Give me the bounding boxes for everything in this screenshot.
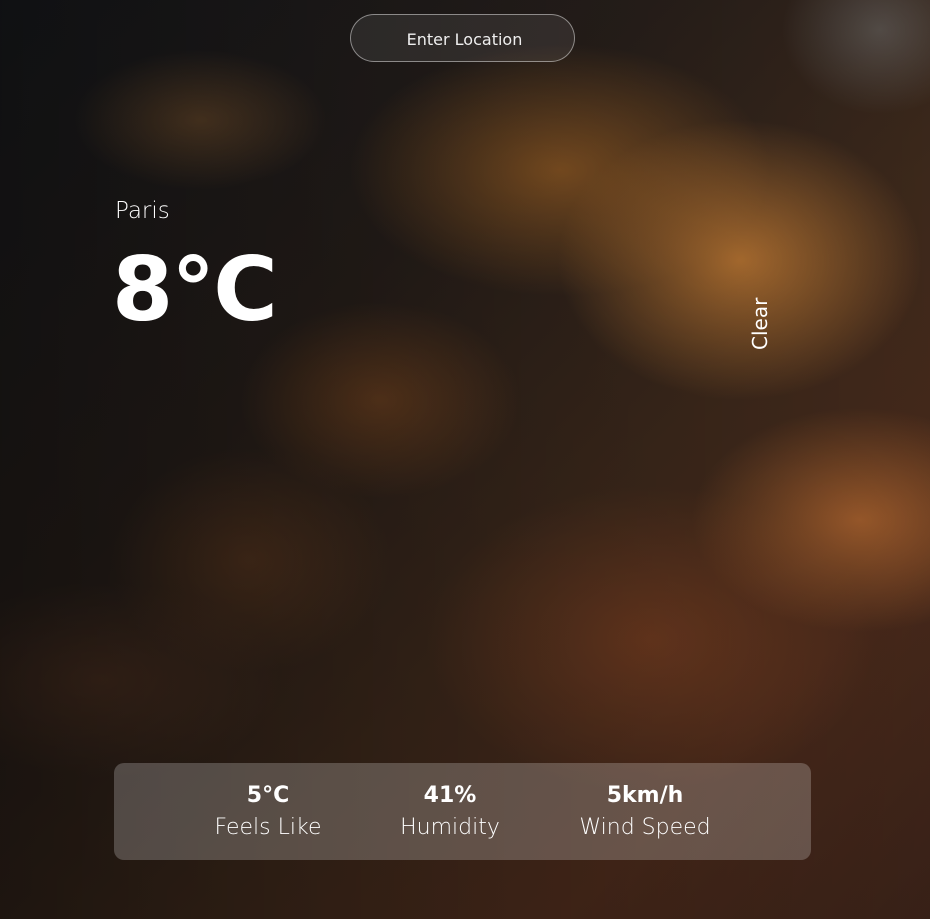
weather-description: Clear [748, 297, 772, 350]
wind-speed-stat: 5km/h Wind Speed [579, 781, 710, 845]
humidity-value: 41% [423, 783, 477, 808]
location-search[interactable] [350, 14, 578, 63]
wind-speed-label: Wind Speed [579, 815, 711, 840]
wind-speed-value: 5km/h [606, 783, 684, 808]
location-input[interactable] [351, 15, 578, 63]
city-name: Paris [115, 198, 170, 224]
temperature: 8°C [112, 238, 278, 341]
weather-stats-panel: 5°C Feels Like 41% Humidity 5km/h Wind S… [114, 763, 811, 860]
feels-like-value: 5°C [246, 783, 290, 808]
feels-like-stat: 5°C Feels Like [215, 781, 322, 845]
humidity-stat: 41% Humidity [400, 781, 500, 845]
feels-like-label: Feels Like [214, 815, 322, 840]
humidity-label: Humidity [400, 815, 500, 840]
